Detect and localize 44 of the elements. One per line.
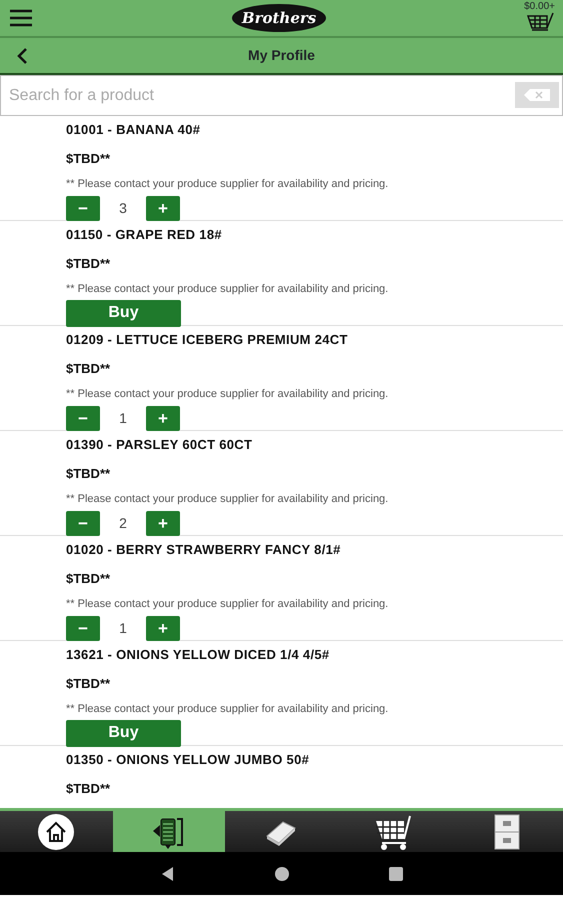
product-price: $TBD** <box>66 674 112 692</box>
nav-tab[interactable] <box>112 811 226 852</box>
product-name: 01150 - GRAPE RED 18# <box>66 226 223 244</box>
product-name: 01209 - LETTUCE ICEBERG PREMIUM 24CT <box>66 331 349 349</box>
search-field[interactable]: Search for a product <box>0 75 563 116</box>
availability-note: ** Please contact your produce supplier for availability and pricing. <box>66 492 390 507</box>
home-icon[interactable] <box>274 866 288 880</box>
availability-note: ** Please contact your produce supplier for availability and pricing. <box>66 387 390 402</box>
product-price: $TBD** <box>66 780 112 798</box>
cart-total: $0.00+ <box>524 2 555 12</box>
cabinet-icon[interactable] <box>494 814 520 850</box>
product-name: 01350 - ONIONS YELLOW JUMBO 50# <box>66 751 310 769</box>
availability-note: ** Please contact your produce supplier for availability and pricing. <box>66 597 390 612</box>
product-price: $TBD** <box>66 360 112 378</box>
availability-note: ** Please contact your produce supplier for availability and pricing. <box>66 282 390 297</box>
availability-note: ** Please contact your produce supplier for availability and pricing. <box>66 177 390 192</box>
plus-button[interactable]: + <box>146 406 180 430</box>
buy-button[interactable]: Buy <box>66 300 181 326</box>
product-price: $TBD** <box>66 150 112 168</box>
plus-button[interactable]: + <box>146 196 180 220</box>
product-price: $TBD** <box>66 254 112 272</box>
menu-icon[interactable] <box>8 8 34 28</box>
product-name: 01020 - BERRY STRAWBERRY FANCY 8/1# <box>66 541 342 559</box>
plus-button[interactable]: + <box>146 616 180 640</box>
recents-icon[interactable] <box>388 866 402 880</box>
product-name: 13621 - ONIONS YELLOW DICED 1/4 4/5# <box>66 646 330 664</box>
home-icon[interactable] <box>37 812 76 850</box>
minus-button[interactable]: − <box>66 406 100 430</box>
logo[interactable]: Brothers <box>232 4 326 32</box>
product-name: 01390 - PARSLEY 60CT 60CT <box>66 436 254 454</box>
plus-button[interactable]: + <box>146 510 180 536</box>
backspace-icon <box>523 88 551 102</box>
minus-button[interactable]: − <box>66 616 100 640</box>
back-icon[interactable] <box>16 46 28 64</box>
minus-button[interactable]: − <box>66 196 100 220</box>
back-icon[interactable] <box>160 866 174 882</box>
cart-icon[interactable] <box>527 12 555 34</box>
product-price: $TBD** <box>66 570 112 588</box>
page-title: My Profile <box>247 46 316 65</box>
availability-note: ** Please contact your produce supplier for availability and pricing. <box>66 702 390 717</box>
buy-button[interactable]: Buy <box>66 720 181 746</box>
minus-button[interactable]: − <box>66 510 100 536</box>
product-price: $TBD** <box>66 464 112 482</box>
product-name: 01001 - BANANA 40# <box>66 121 202 139</box>
